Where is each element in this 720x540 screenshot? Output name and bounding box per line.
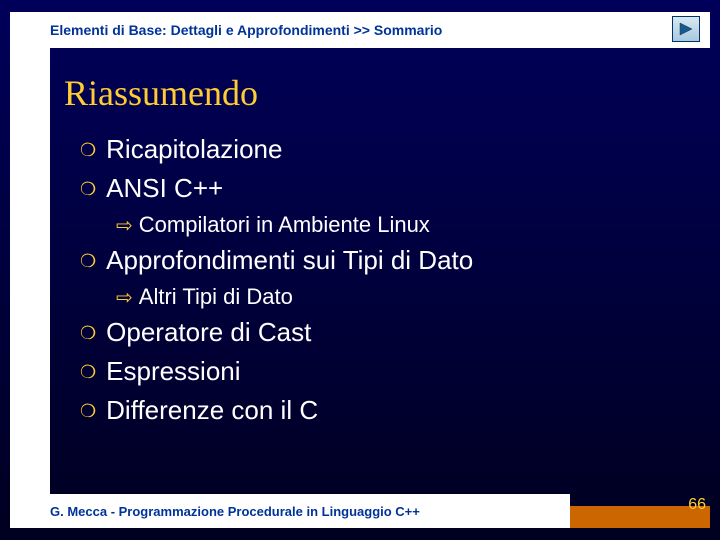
circle-bullet-icon: ❍ xyxy=(80,244,96,278)
circle-bullet-icon: ❍ xyxy=(80,172,96,206)
circle-bullet-icon: ❍ xyxy=(80,316,96,350)
next-slide-button[interactable] xyxy=(672,16,700,42)
bullet-text: Compilatori in Ambiente Linux xyxy=(139,210,430,240)
footer-white-bar: G. Mecca - Programmazione Procedurale in… xyxy=(10,494,570,528)
arrow-bullet-icon: ⇨ xyxy=(116,211,133,241)
circle-bullet-icon: ❍ xyxy=(80,355,96,389)
bullet-level2: ⇨ Altri Tipi di Dato xyxy=(116,282,680,313)
footer-bar: G. Mecca - Programmazione Procedurale in… xyxy=(10,494,710,528)
breadcrumb: Elementi di Base: Dettagli e Approfondim… xyxy=(50,22,442,38)
bullet-text: ANSI C++ xyxy=(106,171,223,205)
bullet-text: Ricapitolazione xyxy=(106,132,282,166)
bullet-level1: ❍ ANSI C++ xyxy=(80,171,680,208)
arrow-bullet-icon: ⇨ xyxy=(116,283,133,313)
bullet-text: Espressioni xyxy=(106,354,240,388)
slide-title: Riassumendo xyxy=(64,72,258,114)
bullet-level1: ❍ Approfondimenti sui Tipi di Dato xyxy=(80,243,680,280)
bullet-text: Approfondimenti sui Tipi di Dato xyxy=(106,243,473,277)
bullet-level1: ❍ Espressioni xyxy=(80,354,680,391)
header-inner: Elementi di Base: Dettagli e Approfondim… xyxy=(50,22,710,38)
footer-text: G. Mecca - Programmazione Procedurale in… xyxy=(50,504,420,519)
bullet-level1: ❍ Ricapitolazione xyxy=(80,132,680,169)
circle-bullet-icon: ❍ xyxy=(80,394,96,428)
bullet-text: Operatore di Cast xyxy=(106,315,311,349)
bullet-level1: ❍ Operatore di Cast xyxy=(80,315,680,352)
slide: Elementi di Base: Dettagli e Approfondim… xyxy=(0,0,720,540)
bullet-text: Differenze con il C xyxy=(106,393,318,427)
left-margin-strip xyxy=(10,12,50,528)
circle-bullet-icon: ❍ xyxy=(80,133,96,167)
play-icon xyxy=(678,22,694,36)
header-bar: Elementi di Base: Dettagli e Approfondim… xyxy=(10,12,710,48)
slide-content: ❍ Ricapitolazione ❍ ANSI C++ ⇨ Compilato… xyxy=(80,132,680,432)
bullet-level1: ❍ Differenze con il C xyxy=(80,393,680,430)
bullet-level2: ⇨ Compilatori in Ambiente Linux xyxy=(116,210,680,241)
page-number: 66 xyxy=(688,496,706,514)
bullet-text: Altri Tipi di Dato xyxy=(139,282,293,312)
